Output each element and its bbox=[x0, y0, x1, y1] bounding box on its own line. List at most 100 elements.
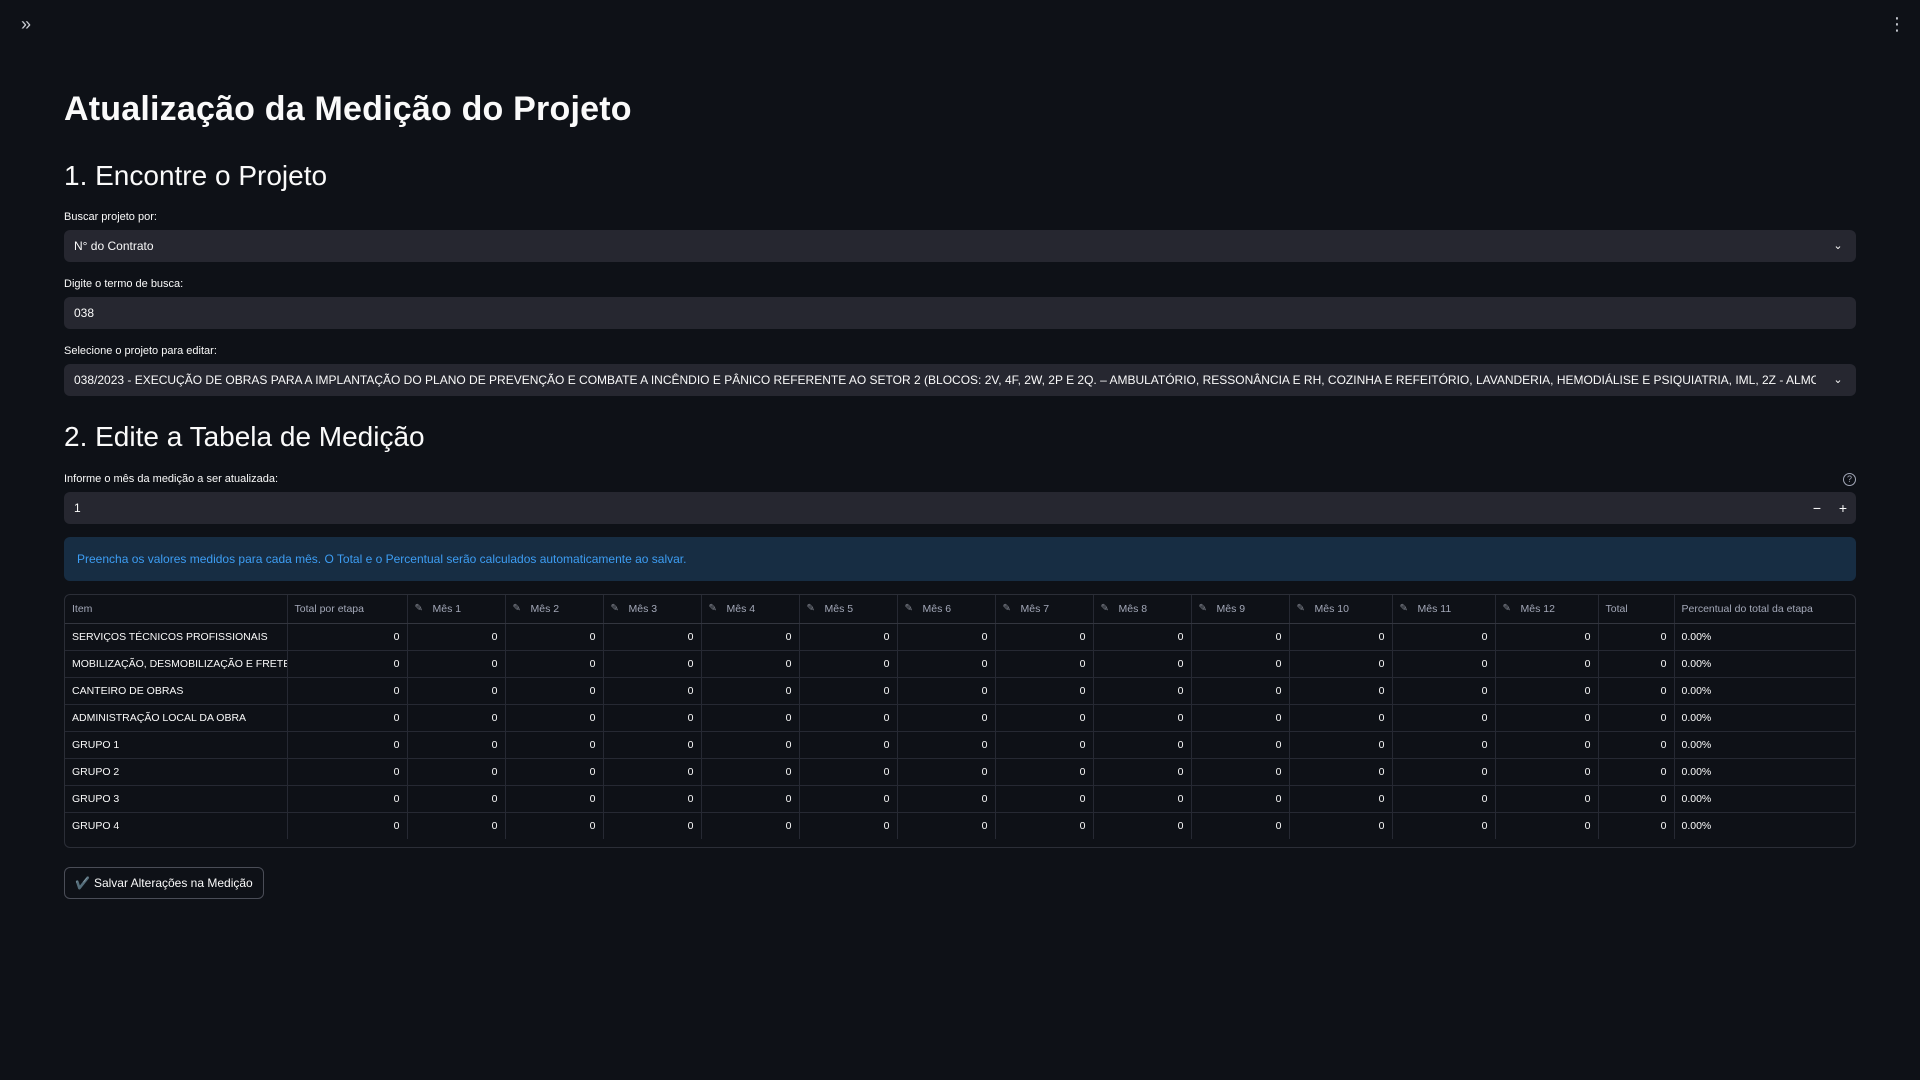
table-cell[interactable]: 0 bbox=[407, 704, 506, 732]
table-cell[interactable]: 0 bbox=[1392, 731, 1496, 759]
column-header[interactable]: ✎ Mês 9 bbox=[1191, 595, 1290, 624]
table-cell[interactable]: 0 bbox=[995, 650, 1094, 678]
table-cell[interactable]: 0 bbox=[1289, 758, 1393, 786]
table-cell[interactable]: 0 bbox=[1495, 623, 1599, 651]
table-cell[interactable]: 0 bbox=[1093, 758, 1192, 786]
table-cell[interactable]: 0 bbox=[505, 758, 604, 786]
table-cell[interactable]: 0 bbox=[603, 677, 702, 705]
column-header[interactable]: ✎ Mês 6 bbox=[897, 595, 996, 624]
table-cell[interactable]: 0 bbox=[897, 812, 996, 839]
decrement-button[interactable]: − bbox=[1804, 492, 1830, 524]
table-cell[interactable]: 0 bbox=[603, 785, 702, 813]
column-header[interactable]: ✎ Mês 7 bbox=[995, 595, 1094, 624]
table-cell[interactable]: 0 bbox=[897, 731, 996, 759]
search-term-input[interactable]: 038 bbox=[64, 297, 1856, 329]
table-cell[interactable]: 0 bbox=[407, 731, 506, 759]
table-cell[interactable]: 0 bbox=[701, 704, 800, 732]
column-header[interactable]: ✎ Mês 12 bbox=[1495, 595, 1599, 624]
table-cell[interactable]: 0 bbox=[995, 623, 1094, 651]
table-cell[interactable]: 0 bbox=[1392, 650, 1496, 678]
increment-button[interactable]: + bbox=[1830, 492, 1856, 524]
table-cell[interactable]: 0 bbox=[799, 785, 898, 813]
table-cell[interactable]: 0 bbox=[1191, 677, 1290, 705]
help-icon[interactable]: ? bbox=[1843, 473, 1856, 486]
measurement-table[interactable]: Item Total por etapa ✎ Mês 1 ✎ Mês 2 ✎ Mês 3 ✎ Mê… bbox=[64, 594, 1856, 848]
table-cell[interactable]: 0 bbox=[1093, 650, 1192, 678]
table-cell[interactable]: 0 bbox=[995, 758, 1094, 786]
table-cell[interactable]: 0 bbox=[1495, 812, 1599, 839]
column-header[interactable]: ✎ Mês 2 bbox=[505, 595, 604, 624]
table-cell[interactable]: 0 bbox=[505, 623, 604, 651]
table-cell[interactable]: 0 bbox=[897, 785, 996, 813]
table-cell[interactable]: 0 bbox=[1191, 623, 1290, 651]
table-cell[interactable]: 0 bbox=[701, 758, 800, 786]
table-cell[interactable]: 0 bbox=[1392, 785, 1496, 813]
column-header[interactable]: Percentual do total da etapa bbox=[1674, 595, 1855, 624]
column-header[interactable]: Total por etapa bbox=[287, 595, 408, 624]
column-header[interactable]: ✎ Mês 5 bbox=[799, 595, 898, 624]
table-cell[interactable]: 0 bbox=[1093, 785, 1192, 813]
table-cell[interactable]: 0 bbox=[701, 785, 800, 813]
table-cell[interactable]: 0 bbox=[995, 731, 1094, 759]
table-cell[interactable]: 0 bbox=[1392, 758, 1496, 786]
table-cell[interactable]: 0 bbox=[1289, 731, 1393, 759]
table-cell[interactable]: 0 bbox=[603, 704, 702, 732]
table-cell[interactable]: 0 bbox=[1093, 623, 1192, 651]
table-cell[interactable]: 0 bbox=[1093, 704, 1192, 732]
sidebar-toggle-icon[interactable]: » bbox=[16, 14, 36, 34]
table-cell[interactable]: 0 bbox=[407, 785, 506, 813]
table-cell[interactable]: 0 bbox=[1289, 623, 1393, 651]
table-cell[interactable]: 0 bbox=[1093, 812, 1192, 839]
column-header[interactable]: ✎ Mês 1 bbox=[407, 595, 506, 624]
table-cell[interactable]: 0 bbox=[603, 650, 702, 678]
table-cell[interactable]: 0 bbox=[1191, 650, 1290, 678]
table-cell[interactable]: 0 bbox=[897, 623, 996, 651]
column-header[interactable]: ✎ Mês 3 bbox=[603, 595, 702, 624]
main-menu-icon[interactable]: ⋮ bbox=[1888, 14, 1906, 34]
table-cell[interactable]: 0 bbox=[407, 677, 506, 705]
table-cell[interactable]: 0 bbox=[897, 704, 996, 732]
table-cell[interactable]: 0 bbox=[799, 812, 898, 839]
table-cell[interactable]: 0 bbox=[1093, 677, 1192, 705]
table-cell[interactable]: 0 bbox=[1289, 650, 1393, 678]
table-cell[interactable]: 0 bbox=[1289, 812, 1393, 839]
table-cell[interactable]: 0 bbox=[1289, 677, 1393, 705]
table-cell[interactable]: 0 bbox=[1392, 623, 1496, 651]
table-cell[interactable]: 0 bbox=[701, 623, 800, 651]
table-cell[interactable]: 0 bbox=[897, 677, 996, 705]
table-cell[interactable]: 0 bbox=[1392, 704, 1496, 732]
save-measurement-button[interactable]: ✔️ Salvar Alterações na Medição bbox=[64, 867, 264, 899]
month-number-input[interactable]: 1 − + bbox=[64, 492, 1856, 524]
table-cell[interactable]: 0 bbox=[505, 650, 604, 678]
table-cell[interactable]: 0 bbox=[1289, 785, 1393, 813]
table-cell[interactable]: 0 bbox=[1191, 758, 1290, 786]
table-cell[interactable]: 0 bbox=[1495, 677, 1599, 705]
table-cell[interactable]: 0 bbox=[1495, 704, 1599, 732]
column-header[interactable]: ✎ Mês 8 bbox=[1093, 595, 1192, 624]
table-cell[interactable]: 0 bbox=[897, 758, 996, 786]
project-select[interactable]: 038/2023 - EXECUÇÃO DE OBRAS PARA A IMPL… bbox=[64, 364, 1856, 396]
column-header[interactable]: ✎ Mês 4 bbox=[701, 595, 800, 624]
search-by-select[interactable]: N° do Contrato ⌄ bbox=[64, 230, 1856, 262]
table-cell[interactable]: 0 bbox=[1392, 812, 1496, 839]
table-cell[interactable]: 0 bbox=[995, 785, 1094, 813]
table-cell[interactable]: 0 bbox=[995, 812, 1094, 839]
table-cell[interactable]: 0 bbox=[603, 812, 702, 839]
table-cell[interactable]: 0 bbox=[701, 731, 800, 759]
table-cell[interactable]: 0 bbox=[799, 650, 898, 678]
table-cell[interactable]: 0 bbox=[1392, 677, 1496, 705]
table-cell[interactable]: 0 bbox=[407, 650, 506, 678]
table-cell[interactable]: 0 bbox=[701, 677, 800, 705]
table-cell[interactable]: 0 bbox=[1191, 704, 1290, 732]
table-cell[interactable]: 0 bbox=[799, 758, 898, 786]
table-cell[interactable]: 0 bbox=[1495, 758, 1599, 786]
column-header[interactable]: Item bbox=[65, 595, 288, 624]
table-cell[interactable]: 0 bbox=[799, 731, 898, 759]
table-cell[interactable]: 0 bbox=[1495, 785, 1599, 813]
table-cell[interactable]: 0 bbox=[1191, 785, 1290, 813]
table-cell[interactable]: 0 bbox=[1093, 731, 1192, 759]
table-cell[interactable]: 0 bbox=[505, 731, 604, 759]
table-cell[interactable]: 0 bbox=[603, 623, 702, 651]
table-cell[interactable]: 0 bbox=[603, 758, 702, 786]
table-cell[interactable]: 0 bbox=[1289, 704, 1393, 732]
